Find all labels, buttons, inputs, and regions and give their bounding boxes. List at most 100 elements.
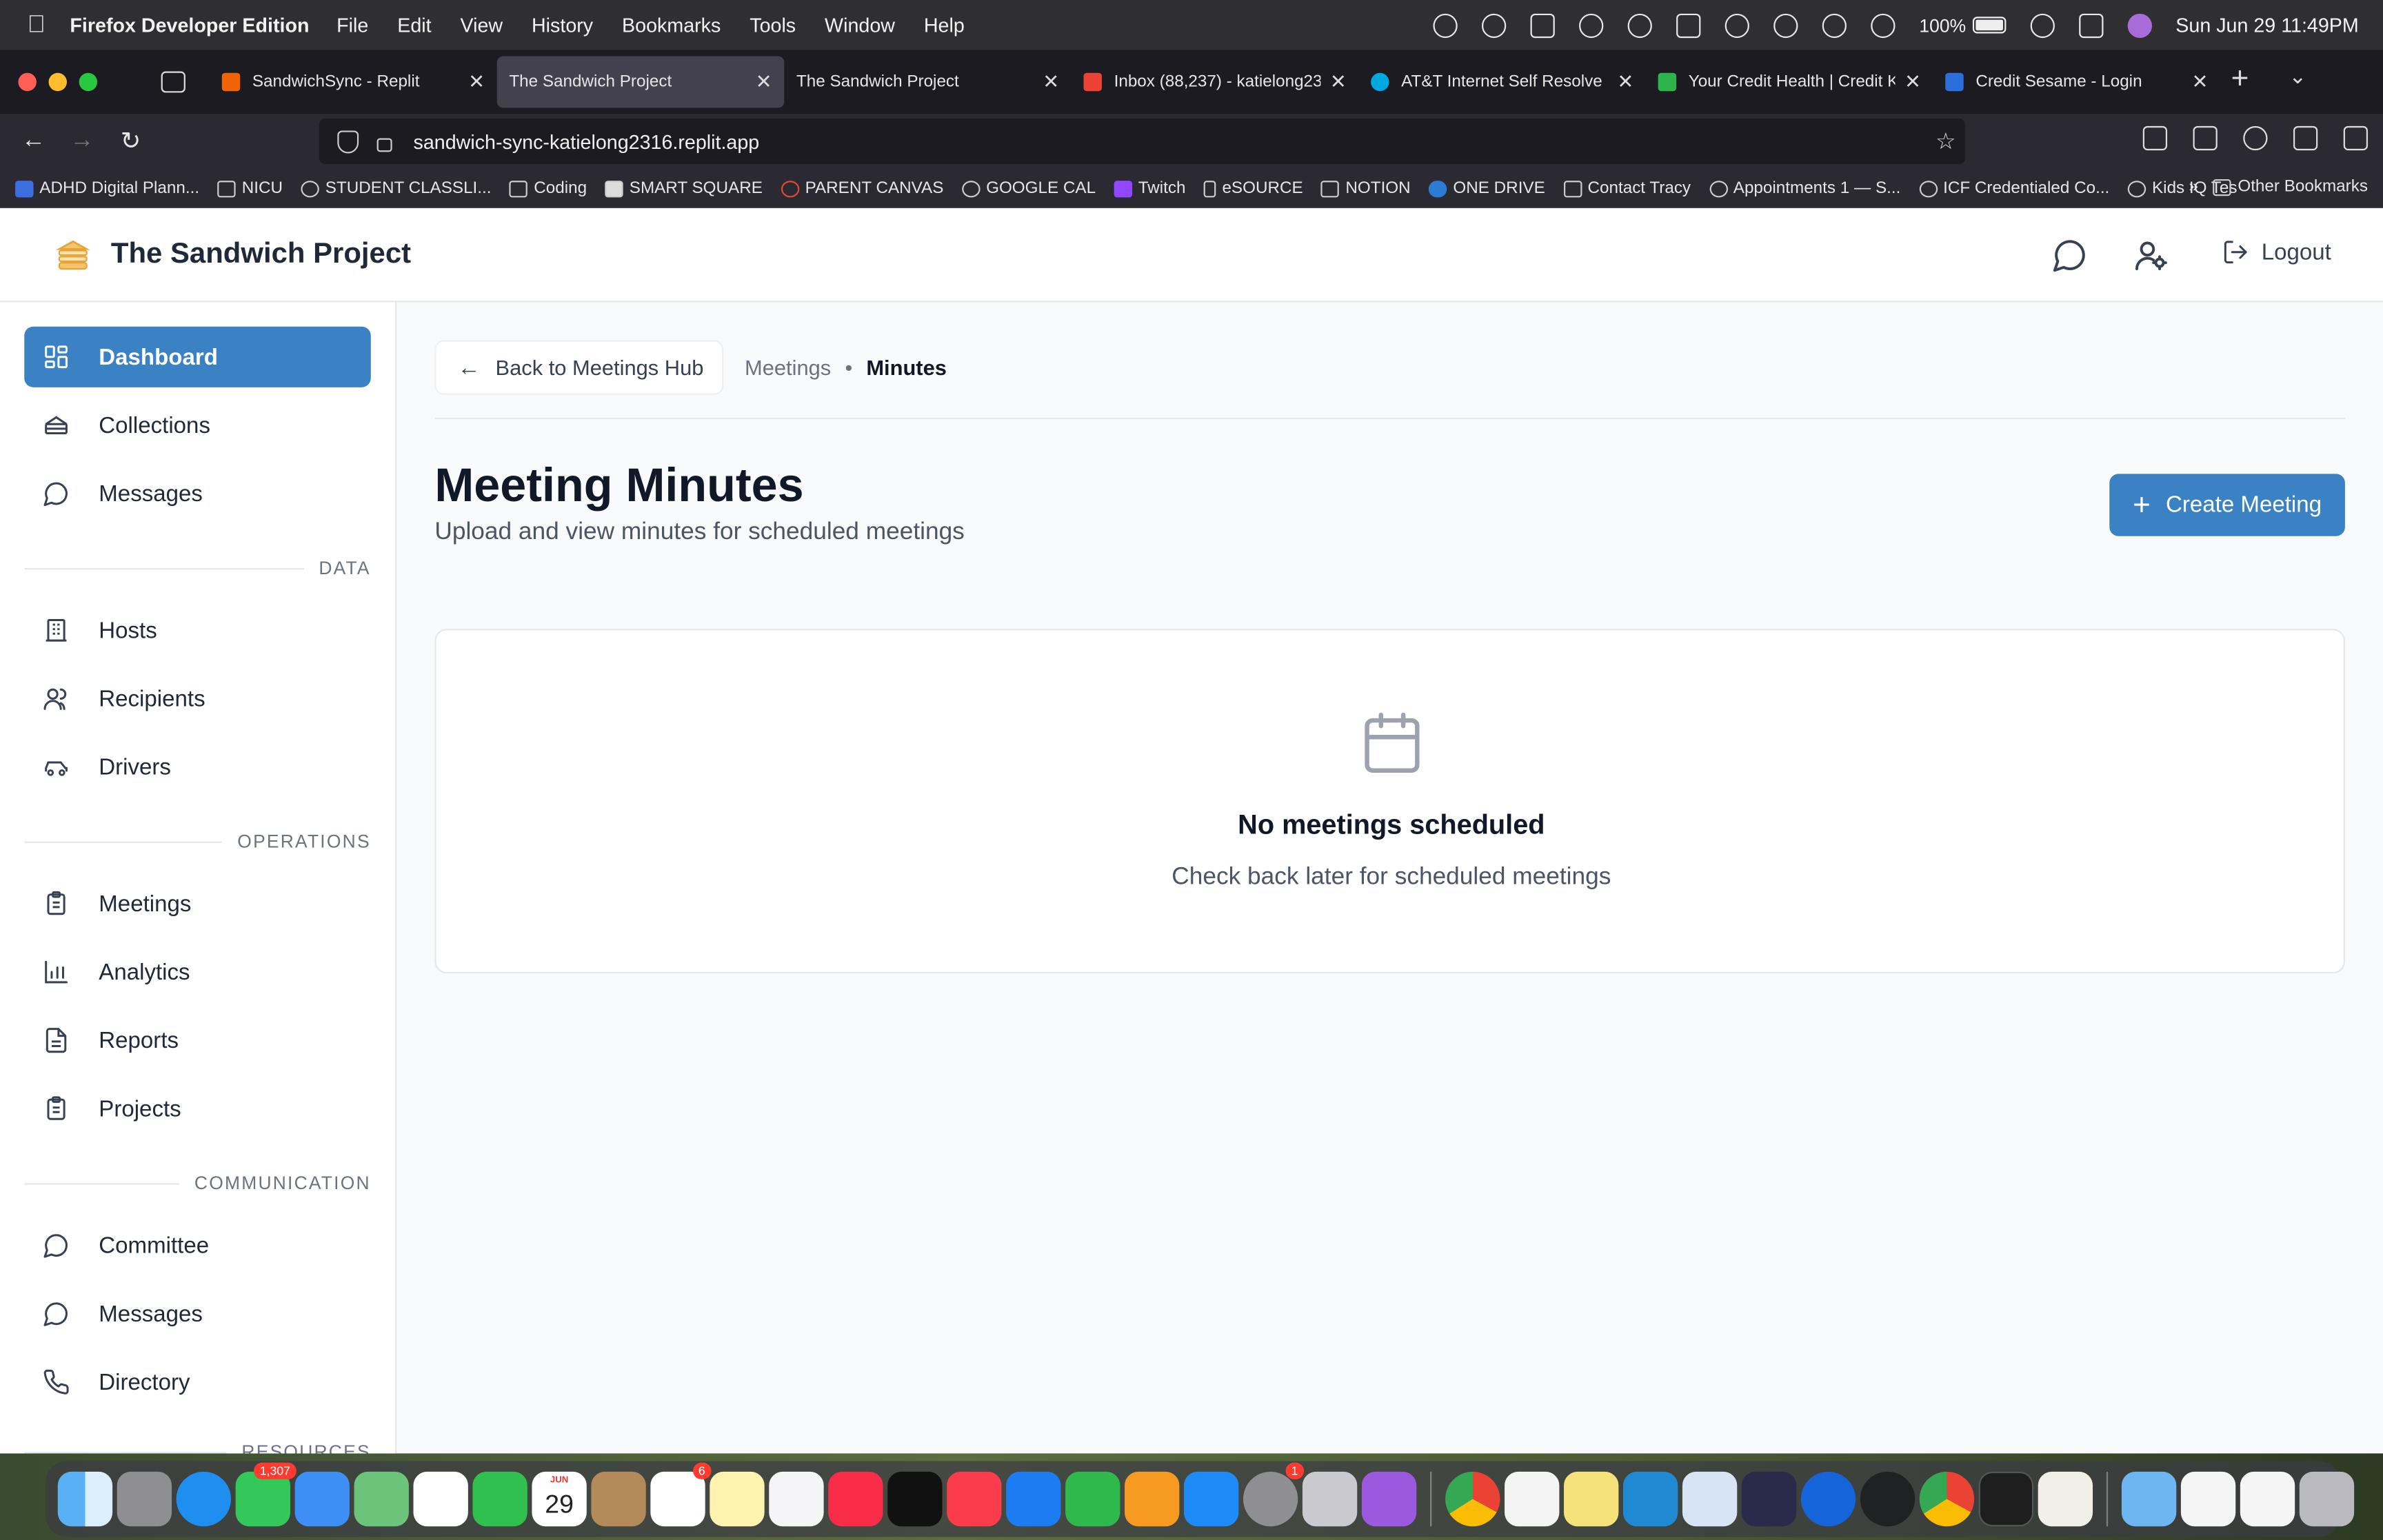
back-arrow-icon[interactable]: ← [9,128,58,155]
tracking-shield-icon[interactable] [337,130,359,153]
overflow-chevrons-icon[interactable]: » [2189,178,2199,196]
status-app-icon[interactable] [1433,12,1458,37]
extensions-icon[interactable] [2293,125,2318,151]
firefox-view-icon[interactable] [161,71,185,93]
user-settings-icon[interactable] [2132,237,2169,274]
status-app-icon[interactable] [1530,12,1555,37]
tab-close-icon[interactable]: ✕ [1617,70,1633,94]
chatgpt-icon[interactable] [1860,1471,1916,1527]
sidebar-item-recipients[interactable]: Recipients [24,668,371,729]
sidebar-item-dashboard[interactable]: Dashboard [24,326,371,387]
menu-help[interactable]: Help [924,14,965,37]
hamburger-menu-icon[interactable] [2343,125,2368,151]
status-app-icon[interactable] [1627,12,1652,37]
bookmark-item[interactable]: SMART SQUARE [605,179,763,197]
other-bookmarks[interactable]: » Other Bookmarks [2189,178,2368,196]
app-title[interactable]: The Sandwich Project [111,239,411,272]
bookmark-item[interactable]: ICF Credentialed Co... [1918,179,2109,197]
sidebar-item-analytics[interactable]: Analytics [24,942,371,1002]
downloads-icon[interactable] [2142,125,2168,151]
menubar-clock[interactable]: Sun Jun 29 11:49PM [2175,14,2358,37]
notes-icon[interactable] [710,1471,765,1527]
url-bar[interactable]: sandwich-sync-katielong2316.replit.app ☆ [319,118,1965,164]
trash-icon[interactable] [2299,1471,2355,1527]
photos-icon[interactable] [413,1471,468,1527]
sidebar-item-hosts[interactable]: Hosts [24,600,371,660]
sidebar-item-messages[interactable]: Messages [24,463,371,524]
menu-window[interactable]: Window [825,14,895,37]
news-icon[interactable] [947,1471,1002,1527]
sidebar-item-collections[interactable]: Collections [24,395,371,456]
reminders-icon[interactable]: 6 [650,1462,712,1527]
reload-icon[interactable]: ↻ [106,126,155,156]
status-app-icon[interactable] [1725,12,1749,37]
bookmark-item[interactable]: Contact Tracy [1563,179,1691,197]
new-tab-icon[interactable]: + [2231,62,2249,97]
chrome-icon[interactable] [1445,1471,1500,1527]
launchpad-icon[interactable] [117,1471,172,1527]
bookmark-item[interactable]: GOOGLE CAL [961,179,1096,197]
menu-edit[interactable]: Edit [397,14,431,37]
spotlight-search-icon[interactable] [2029,12,2054,37]
sidebar-item-drivers[interactable]: Drivers [24,737,371,798]
app-name-menu[interactable]: Firefox Developer Edition [70,14,309,37]
sidebar-item-meetings[interactable]: Meetings [24,873,371,934]
menu-view[interactable]: View [460,14,503,37]
tab-close-icon[interactable]: ✕ [468,70,485,94]
control-center-icon[interactable] [2078,12,2103,37]
tab-sandwich-project-active[interactable]: The Sandwich Project ✕ [496,56,785,108]
bookmark-folder[interactable]: NICU [217,179,283,197]
create-meeting-button[interactable]: + Create Meeting [2109,474,2345,536]
sandwich-logo-icon[interactable] [54,235,91,274]
status-app-icon[interactable] [1481,12,1506,37]
tab-close-icon[interactable]: ✕ [1904,70,1921,94]
dev-tools-wrench-icon[interactable] [2193,125,2218,151]
downloads-folder-icon[interactable] [2121,1471,2177,1527]
tab-close-icon[interactable]: ✕ [1043,70,1059,94]
url-text[interactable]: sandwich-sync-katielong2316.replit.app [414,130,760,152]
feedback-icon[interactable] [1361,1471,1417,1527]
system-settings-icon[interactable]: 1 [1243,1462,1305,1527]
app-store-icon[interactable] [1183,1471,1239,1527]
list-all-tabs-icon[interactable]: ⌄ [2289,64,2306,90]
numbers-icon[interactable] [1065,1471,1120,1527]
status-app-icon[interactable] [1578,12,1603,37]
tab-close-icon[interactable]: ✕ [1330,70,1347,94]
bluetooth-icon[interactable] [1822,12,1847,37]
tab-sandwichsync-replit[interactable]: SandwichSync - Replit ✕ [210,57,497,108]
bookmark-folder[interactable]: Coding [509,179,587,197]
github-desktop-icon[interactable] [1741,1471,1797,1527]
contacts-icon[interactable] [591,1471,646,1527]
iphone-mirroring-icon[interactable] [1302,1471,1358,1527]
tab-sandwich-project[interactable]: The Sandwich Project ✕ [784,57,1072,108]
chat-bubble-icon[interactable] [2052,237,2089,274]
bookmark-star-icon[interactable]: ☆ [1935,128,1956,154]
bookmark-item[interactable]: STUDENT CLASSLI... [301,179,492,197]
writer-app-icon[interactable] [2038,1471,2093,1527]
terminal-icon[interactable] [1978,1471,2034,1527]
wifi-icon[interactable] [1870,12,1896,37]
safari-icon[interactable] [176,1471,232,1527]
bookmark-item[interactable]: Appointments 1 — S... [1709,179,1900,197]
siri-icon[interactable] [2126,12,2152,37]
facetime-icon[interactable] [472,1471,527,1527]
bookmark-item[interactable]: eSOURCE [1203,179,1303,197]
preview-icon[interactable] [1682,1471,1738,1527]
sidebar-item-committee[interactable]: Committee [24,1215,371,1276]
bookmark-item[interactable]: PARENT CANVAS [781,179,943,197]
freeform-icon[interactable] [769,1471,824,1527]
bookmark-item[interactable]: ADHD Digital Plann... [15,179,199,197]
messages-icon[interactable]: 1,307 [235,1462,296,1527]
pages-icon[interactable] [1125,1471,1180,1527]
menu-history[interactable]: History [532,14,593,37]
tab-gmail-inbox[interactable]: Inbox (88,237) - katielong23 ✕ [1072,57,1359,108]
account-icon[interactable] [2243,125,2268,151]
sidebar-item-directory[interactable]: Directory [24,1352,371,1412]
sidebar-item-projects[interactable]: Projects [24,1078,371,1139]
menu-bookmarks[interactable]: Bookmarks [622,14,721,37]
bookmark-item[interactable]: NOTION [1321,179,1411,197]
recent-window-icon[interactable] [2180,1471,2236,1527]
tab-att-self-resolve[interactable]: AT&T Internet Self Resolve ✕ [1358,57,1646,108]
textedit-icon[interactable] [1505,1471,1560,1527]
firefox-developer-icon[interactable] [1800,1471,1856,1527]
